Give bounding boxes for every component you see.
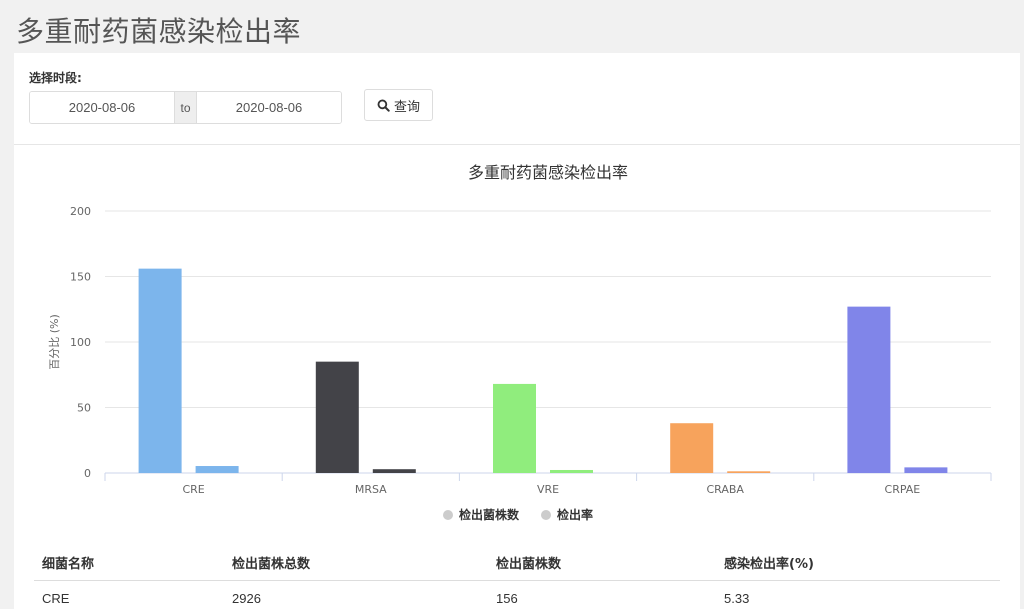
y-tick-label: 200: [70, 205, 91, 218]
filter-bar: 选择时段: to 查询: [14, 53, 1020, 145]
table-header-cell: 检出菌株总数: [232, 557, 311, 572]
start-date-input[interactable]: [30, 92, 174, 123]
query-button[interactable]: 查询: [364, 89, 433, 121]
bar-chart: 多重耐药菌感染检出率 0 50 100 150 200 百分比 (%) CRE MRSA VRE C…: [48, 163, 992, 522]
table-header-cell: 细菌名称: [42, 557, 95, 572]
x-tick-label: CRE: [182, 483, 204, 496]
x-tick-label: VRE: [537, 483, 559, 496]
search-icon: [377, 99, 390, 112]
bar: [727, 471, 771, 473]
legend-label: 检出菌株数: [459, 507, 520, 522]
table-cell: CRE: [42, 591, 70, 606]
table-cell: 5.33: [724, 591, 750, 606]
bar: [550, 469, 593, 473]
table-cell: 2926: [232, 591, 261, 606]
y-tick-label: 0: [84, 467, 91, 480]
table-header-cell: 检出菌株数: [496, 557, 562, 572]
page-title: 多重耐药菌感染检出率: [16, 15, 302, 48]
bar: [195, 466, 239, 473]
table-header-row: 细菌名称 检出菌株总数 检出菌株数 感染检出率(%): [34, 545, 1000, 581]
table-header-cell: 感染检出率(%): [724, 557, 814, 572]
chart-area: 多重耐药菌感染检出率 0 50 100 150 200 百分比 (%) CRE MRSA VRE C…: [14, 146, 1020, 536]
table-cell: 156: [496, 591, 518, 606]
x-tick-label: CRABA: [706, 483, 744, 496]
bar: [315, 361, 359, 473]
legend-marker: [443, 510, 453, 520]
x-tick-label: MRSA: [355, 483, 387, 496]
chart-title: 多重耐药菌感染检出率: [468, 163, 628, 182]
y-tick-label: 150: [70, 271, 91, 284]
bar: [670, 423, 714, 473]
bar: [847, 306, 891, 473]
y-axis-title: 百分比 (%): [48, 314, 61, 370]
bar: [372, 469, 416, 473]
bar: [904, 467, 948, 473]
period-label: 选择时段:: [29, 71, 82, 85]
data-table: 细菌名称 检出菌株总数 检出菌株数 感染检出率(%) CRE 2926 156 …: [34, 545, 1000, 609]
query-button-label: 查询: [393, 99, 420, 115]
x-tick-label: CRPAE: [885, 483, 921, 496]
table-row: CRE 2926 156 5.33: [34, 581, 1000, 609]
date-range-separator: to: [174, 92, 197, 123]
legend-label: 检出率: [557, 507, 593, 522]
content-panel: 选择时段: to 查询 多重耐药菌感染检出率 0 50 100 150 200 百分比 (%…: [14, 53, 1020, 609]
legend-marker: [541, 510, 551, 520]
bar: [493, 383, 536, 473]
bar: [138, 268, 182, 473]
y-tick-label: 50: [77, 402, 91, 415]
end-date-input[interactable]: [197, 92, 341, 123]
date-range-picker: to: [29, 91, 342, 124]
y-tick-label: 100: [70, 336, 91, 349]
